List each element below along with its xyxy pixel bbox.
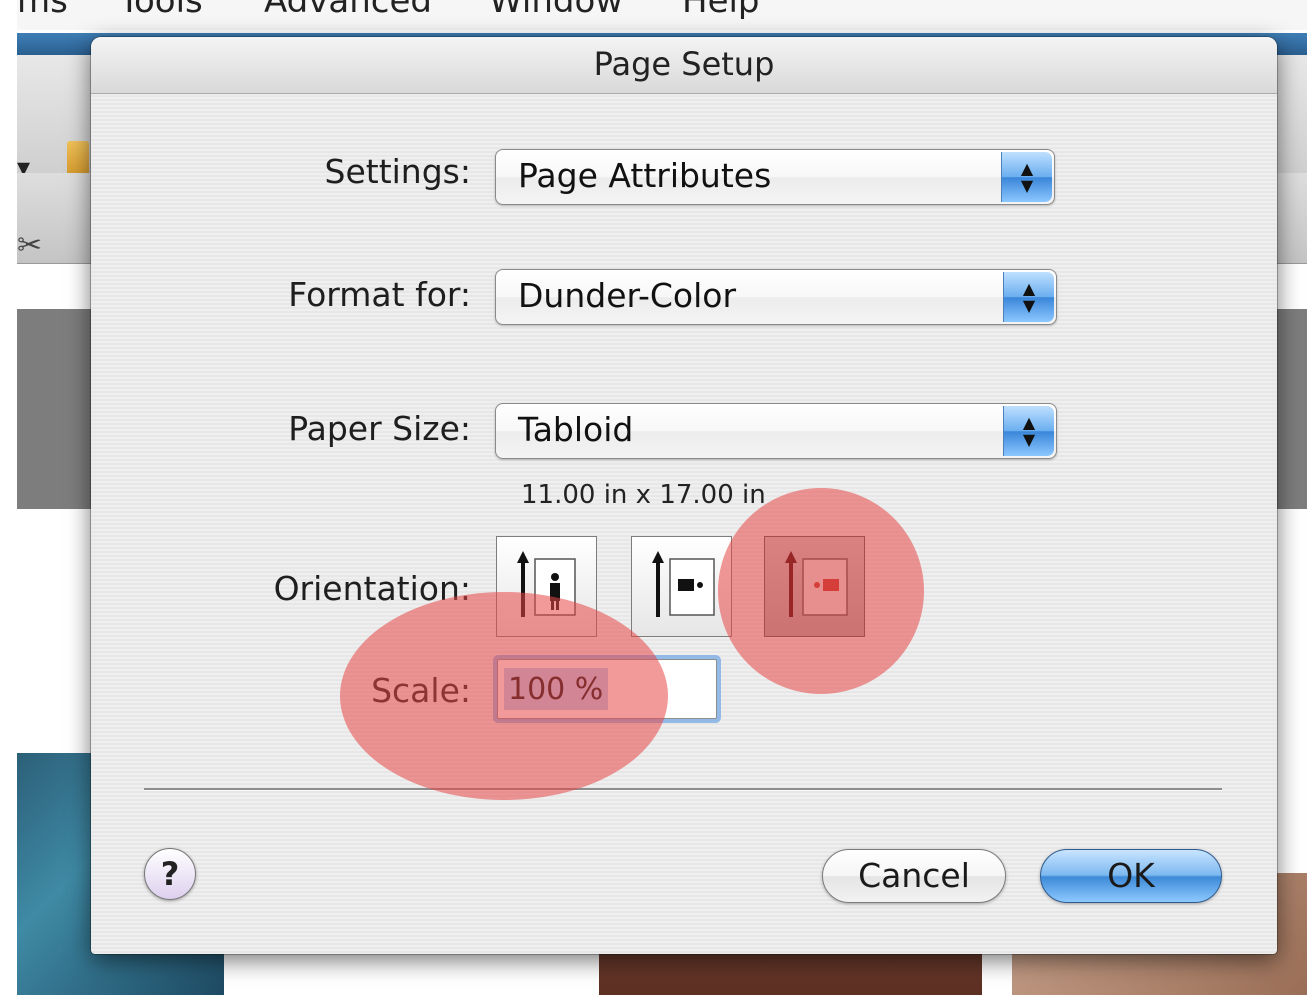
menu-item-window[interactable]: Window bbox=[489, 0, 623, 21]
paper-size-popup[interactable]: Tabloid ▲ ▼ bbox=[495, 403, 1057, 459]
selection-tool-icon[interactable]: ✂ bbox=[17, 228, 42, 263]
paper-dimensions-text: 11.00 in x 17.00 in bbox=[521, 480, 766, 510]
page-setup-dialog: Page Setup Settings: Page Attributes ▲ ▼ … bbox=[91, 37, 1277, 954]
scale-field[interactable] bbox=[497, 659, 717, 719]
scale-label: Scale: bbox=[371, 671, 471, 710]
format-for-value: Dunder-Color bbox=[518, 276, 737, 315]
settings-popup[interactable]: Page Attributes ▲ ▼ bbox=[495, 149, 1055, 205]
app-menubar: ms Tools Advanced Window Help bbox=[17, 0, 1307, 30]
landscape-left-icon bbox=[652, 551, 715, 617]
orientation-landscape-right-button[interactable] bbox=[764, 536, 865, 637]
settings-value: Page Attributes bbox=[518, 156, 772, 195]
cancel-button[interactable]: Cancel bbox=[822, 849, 1006, 903]
orientation-label: Orientation: bbox=[273, 569, 471, 608]
paper-size-label: Paper Size: bbox=[288, 409, 471, 448]
orientation-portrait-button[interactable] bbox=[496, 536, 597, 637]
menu-item-tools[interactable]: Tools bbox=[119, 0, 203, 21]
menu-item-ms[interactable]: ms bbox=[17, 0, 68, 21]
landscape-right-icon bbox=[785, 551, 848, 617]
dialog-divider bbox=[144, 788, 1222, 791]
menu-item-advanced[interactable]: Advanced bbox=[264, 0, 432, 21]
popup-arrows-icon: ▲ ▼ bbox=[1003, 406, 1054, 456]
popup-arrows-icon: ▲ ▼ bbox=[1003, 272, 1054, 322]
portrait-icon bbox=[517, 551, 576, 617]
help-button[interactable]: ? bbox=[144, 848, 196, 900]
ok-button[interactable]: OK bbox=[1040, 849, 1222, 903]
dialog-titlebar: Page Setup bbox=[91, 37, 1277, 94]
format-for-label: Format for: bbox=[288, 275, 471, 314]
menu-item-help[interactable]: Help bbox=[682, 0, 760, 21]
dialog-title: Page Setup bbox=[593, 45, 775, 83]
orientation-landscape-left-button[interactable] bbox=[631, 536, 732, 637]
format-for-popup[interactable]: Dunder-Color ▲ ▼ bbox=[495, 269, 1057, 325]
popup-arrows-icon: ▲ ▼ bbox=[1001, 152, 1052, 202]
settings-label: Settings: bbox=[324, 152, 471, 191]
scale-input[interactable] bbox=[506, 664, 710, 714]
paper-size-value: Tabloid bbox=[518, 410, 634, 449]
